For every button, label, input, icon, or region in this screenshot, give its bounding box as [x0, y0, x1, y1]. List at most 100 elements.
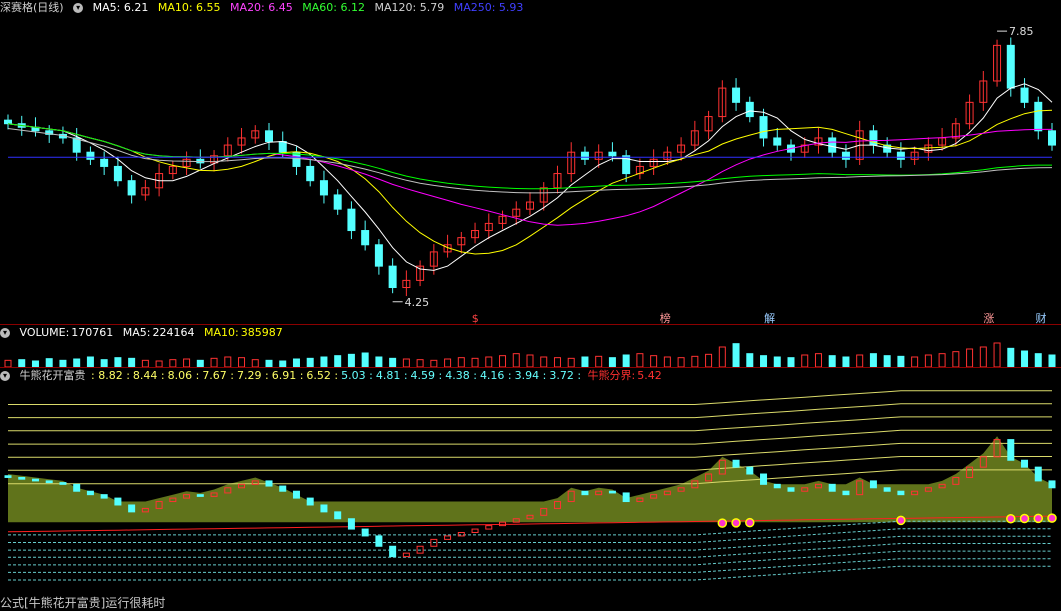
volume-bar	[663, 356, 671, 367]
volume-bar	[430, 359, 438, 367]
volume-bar	[952, 351, 960, 367]
indicator-level-line	[8, 469, 1052, 485]
volume-bar	[677, 357, 685, 367]
indicator-name: 牛熊花开富贵	[19, 369, 86, 382]
volume-chart[interactable]	[0, 341, 1061, 367]
candle-body	[278, 141, 287, 153]
volume-bar	[1048, 354, 1056, 367]
indicator-candle	[444, 535, 452, 540]
indicator-level-line	[8, 403, 1052, 419]
indicator-chart[interactable]	[0, 384, 1061, 595]
volume-header: ▾ VOLUME: 170761 MA5: 224164 MA10: 385987	[0, 325, 289, 341]
indicator-candle	[746, 466, 754, 475]
volume-bar	[787, 357, 795, 367]
volume-bar	[402, 358, 410, 367]
volume-bar	[883, 355, 891, 367]
candle-body	[759, 116, 768, 139]
status-footer: 公式[牛熊花开富贵]运行很耗时	[0, 596, 166, 610]
volume-bar	[924, 354, 932, 367]
price-chart[interactable]: 7.85 4.25 $ 榜 解 涨 财	[0, 16, 1061, 324]
candle-body	[127, 180, 136, 196]
volume-bar	[18, 359, 26, 367]
vol-ma10-label: MA10:	[204, 326, 239, 339]
chevron-down-icon[interactable]: ▾	[73, 3, 84, 13]
ma5-line	[7, 83, 1053, 271]
volume-bar	[856, 354, 864, 367]
volume-bar	[911, 356, 919, 367]
volume-bar	[361, 352, 369, 367]
volume-bar	[732, 343, 740, 367]
event-marker: 财	[1036, 311, 1047, 324]
candle-body	[1020, 87, 1029, 103]
indicator-values: : 8.82 :8.44 :8.06 :7.67 :7.29 :6.91 :6.…	[91, 369, 584, 382]
volume-bar	[553, 357, 561, 367]
volume-bar	[897, 355, 905, 367]
volume-bar	[1034, 353, 1042, 367]
indicator-candle	[842, 490, 850, 496]
candle-body	[319, 180, 328, 196]
indicator-value: 7.67 :	[202, 369, 235, 382]
candle-body	[828, 137, 837, 153]
chevron-down-icon[interactable]: ▾	[0, 371, 10, 381]
vol-ma5-value: 224164	[152, 326, 195, 339]
indicator-value: 8.06 :	[167, 369, 200, 382]
event-marker: 榜	[660, 311, 671, 324]
ma120-value: 5.79	[419, 1, 445, 14]
volume-bar	[567, 357, 575, 367]
indicator-candle	[622, 492, 630, 503]
volume-bar	[814, 353, 822, 367]
indicator-candle	[608, 490, 616, 494]
indicator-level-line	[8, 558, 1052, 573]
volume-label: VOLUME:	[19, 326, 70, 339]
indicator-candle	[320, 504, 328, 513]
candle-body	[100, 158, 109, 167]
volume-bar	[59, 359, 67, 367]
volume-bar	[718, 346, 726, 367]
indicator-candle	[787, 487, 795, 492]
candle-body	[265, 130, 273, 143]
candle-body	[896, 151, 905, 160]
volume-bar	[251, 359, 259, 367]
ma60-legend: MA60: 6.12	[302, 1, 365, 14]
indicator-candle	[265, 480, 273, 487]
volume-bar	[4, 359, 12, 367]
candle-body	[333, 194, 342, 210]
indicator-candle	[485, 525, 493, 530]
volume-bar	[526, 354, 534, 367]
volume-bar	[1021, 350, 1029, 367]
indicator-candle	[869, 480, 877, 489]
ma250-legend: MA250: 5.93	[454, 1, 524, 14]
ma60-line	[7, 123, 1052, 190]
ma60-value: 6.12	[340, 1, 365, 14]
ma60-label: MA60:	[302, 1, 337, 14]
indicator-candle	[279, 485, 287, 492]
volume-bar	[128, 357, 136, 367]
volume-bar	[238, 357, 246, 367]
indicator-candle	[45, 480, 53, 484]
indicator-candle	[581, 490, 589, 496]
indicator-level-line	[8, 550, 1052, 566]
indicator-value: 7.29 :	[237, 369, 269, 382]
indicator-candle	[128, 504, 136, 513]
ma20-legend: MA20: 6.45	[230, 1, 293, 14]
event-marker: $	[472, 312, 479, 324]
candle-body	[608, 151, 617, 157]
vol-ma5-label: MA5:	[122, 326, 151, 339]
low-label: 4.25	[405, 296, 430, 309]
indicator-level-line	[8, 520, 1052, 536]
candle-body	[374, 244, 383, 267]
volume-bar	[691, 355, 699, 367]
event-marker: 解	[764, 311, 775, 324]
indicator-value: 6.52 :	[306, 369, 339, 382]
indicator-value: 8.44 :	[132, 369, 165, 382]
signal-dot	[1033, 513, 1044, 524]
volume-bar	[828, 355, 836, 367]
volume-bar	[306, 357, 314, 367]
signal-dot	[896, 515, 906, 526]
indicator-level-line	[8, 390, 1052, 405]
volume-value: 170761	[71, 326, 114, 339]
indicator-level-line	[8, 416, 1052, 432]
chevron-down-icon[interactable]: ▾	[0, 328, 10, 338]
volume-bar	[265, 359, 273, 367]
volume-bar	[485, 356, 493, 367]
